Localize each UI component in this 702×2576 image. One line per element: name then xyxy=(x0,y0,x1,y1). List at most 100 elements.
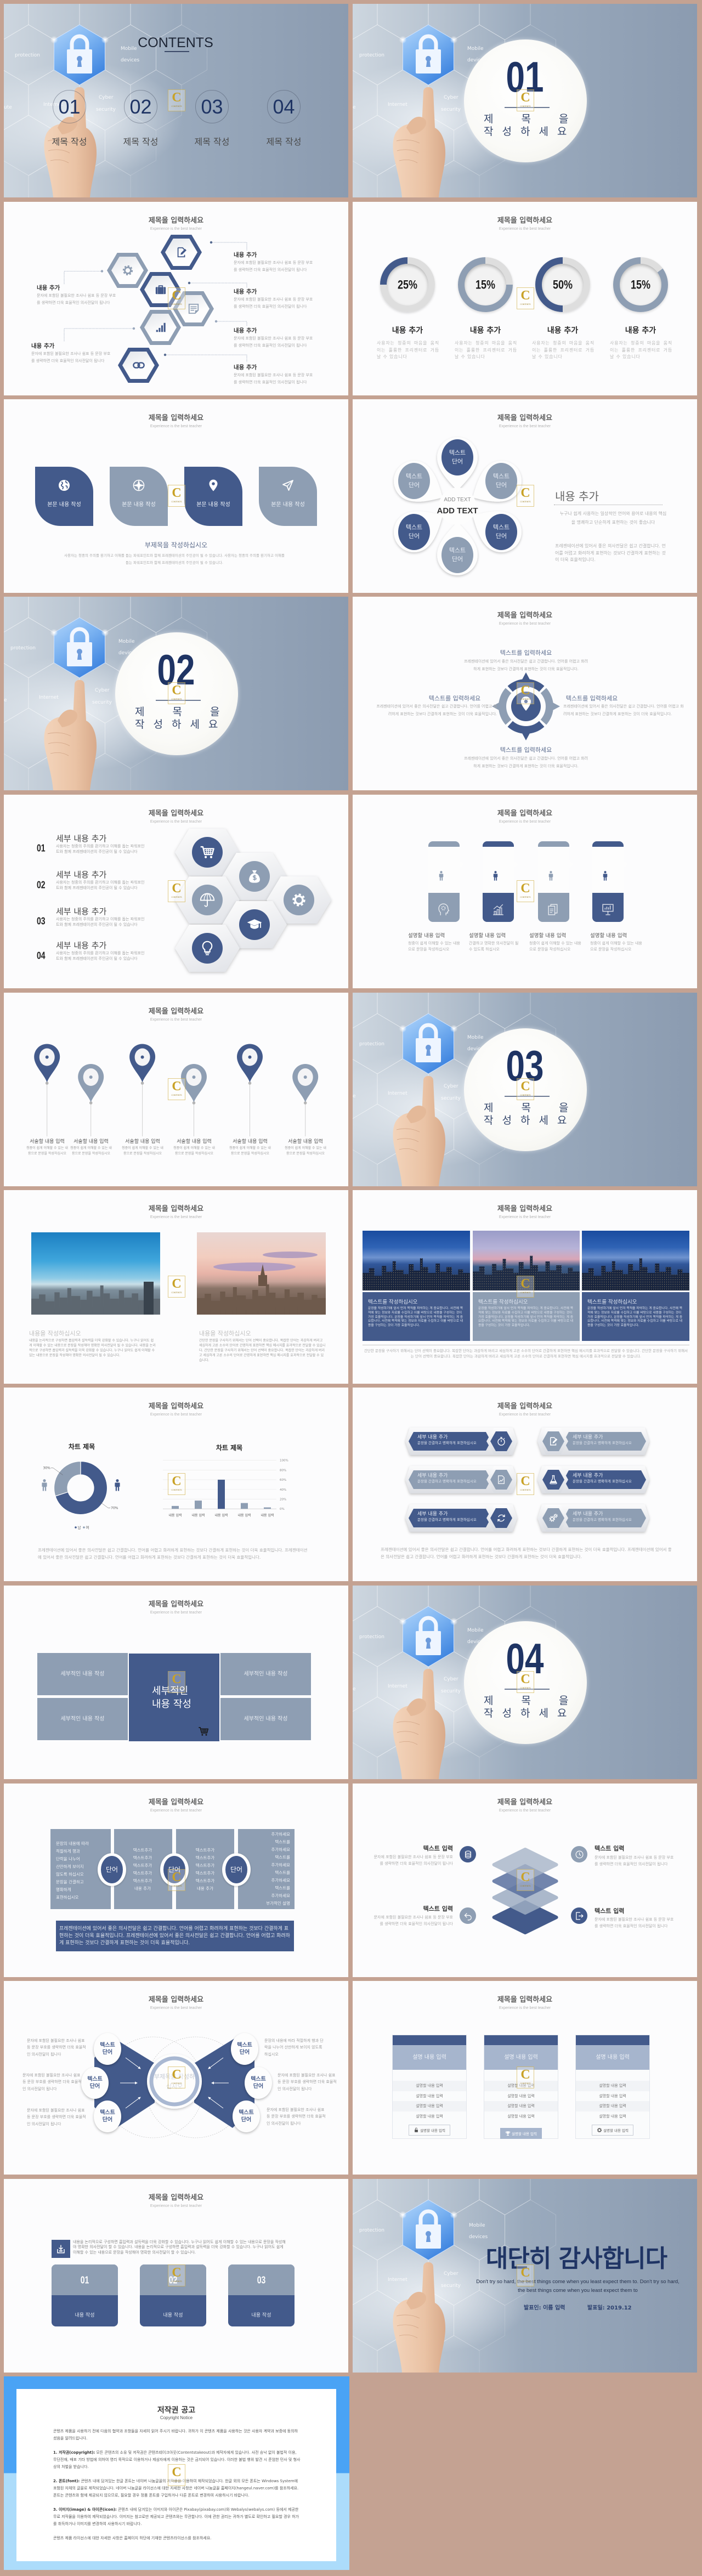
data-label: 30% xyxy=(43,1467,50,1470)
slide-closing[interactable]: protection Mobile devices Internet Cyber… xyxy=(353,2179,697,2373)
slide-layer-diagram[interactable]: 제목을 입력하세요 Experience is the best teacher… xyxy=(353,1784,697,1977)
slide-contents[interactable]: protection Mobile devices Internet Cyber… xyxy=(4,4,348,197)
slide-compass-diagram[interactable]: 제목을 입력하세요 Experience is the best teacher… xyxy=(353,597,697,790)
tag-heading: 세부 내용 추가 xyxy=(417,1435,448,1440)
slide-hexagon-infographic[interactable]: 제목을 입력하세요 Experience is the best teacher… xyxy=(4,202,348,395)
slide-subtitle: Experience is the best teacher xyxy=(150,2006,202,2010)
hero-word: security xyxy=(92,700,112,705)
compass-label: 텍스트를 입력하세요 xyxy=(500,649,552,656)
grid-cell: 세부적인 내용 작성 xyxy=(37,1653,128,1695)
column-line: 텍스트추가 xyxy=(133,1848,152,1853)
refresh-icon xyxy=(496,1513,506,1523)
slide-body-text: 프레젠테이션에 있어서 좋은 의사전달은 쉽고 간결합니다. 언어를 어렵고 화… xyxy=(381,1547,672,1559)
slide-title: 제목을 입력하세요 xyxy=(148,1007,204,1016)
slide-title: 제목을 입력하세요 xyxy=(148,1205,204,1213)
watermark-letter: C xyxy=(172,2266,182,2280)
slide-banner-columns[interactable]: 제목을 입력하세요 Experience is the best teacher… xyxy=(353,795,697,988)
label-tag: 세부 내용 추가 문장을 간결하고 명확하게 표현하십시오 xyxy=(405,1504,517,1532)
hero-word: protection xyxy=(15,53,40,58)
word-badge: 단어 xyxy=(222,1853,251,1886)
banner-label: 설명할 내용 입력 xyxy=(408,933,445,939)
slide-progress-rings[interactable]: 제목을 입력하세요 Experience is the best teacher… xyxy=(353,202,697,395)
slide-detail-grid[interactable]: 제목을 입력하세요 Experience is the best teacher… xyxy=(4,1586,348,1779)
hub-text: 문장의 내용에 따라 적절하게 행과 단락을 나누어 산만하게 보이지 않도록 … xyxy=(264,2039,324,2057)
bar-chart-icon xyxy=(155,321,167,333)
percent-label: 15% xyxy=(475,278,496,292)
slide-word-columns[interactable]: 제목을 입력하세요 Experience is the best teacher… xyxy=(4,1784,348,1977)
layer-text: 문자에 포함된 불필요한 조사나 쉼표 등 문장 부호를 생략하면 더욱 효율적… xyxy=(373,1915,453,1926)
watermark-text: CONTENTS xyxy=(171,2082,182,2085)
column-line: 않도록 하십시오 xyxy=(56,1872,84,1877)
slide-charts[interactable]: 제목을 입력하세요 Experience is the best teacher… xyxy=(4,1388,348,1581)
ring-heading: 내용 추가 xyxy=(625,326,656,335)
slide-deck-preview: protection Mobile devices Internet Cyber… xyxy=(0,0,702,2576)
column-line: 내용 추가 xyxy=(134,1886,151,1891)
watermark-logo: C CONTENTS xyxy=(168,89,185,111)
compass-icon xyxy=(132,479,145,492)
slide-feature-cards[interactable]: 제목을 입력하세요 Experience is the best teacher… xyxy=(4,399,348,593)
slide-photo-panels[interactable]: 제목을 입력하세요 Experience is the best teacher… xyxy=(353,1190,697,1384)
hero-word: Cyber xyxy=(99,95,114,100)
slide-section-01[interactable]: protection Mobile devices Internet Cyber… xyxy=(353,4,697,197)
slide-section-03[interactable]: protection Mobile devices Internet Cyber… xyxy=(353,993,697,1186)
feature-card-label: 본문 내용 작성 xyxy=(47,502,81,508)
slide-title: 제목을 입력하세요 xyxy=(148,1402,204,1411)
petal-label: 텍스트 단어 xyxy=(441,439,473,475)
column-row: 설명할 내용 입력 xyxy=(576,2081,649,2091)
watermark-letter: C xyxy=(520,2266,530,2280)
layer-heading: 텍스트 입력 xyxy=(423,1845,453,1852)
slide-photo-pair[interactable]: 제목을 입력하세요 Experience is the best teacher… xyxy=(4,1190,348,1384)
panel-text: 문장을 작성하기에 앞서 먼저 목적을 파악하는 게 중요합니다. 사전에 목적… xyxy=(587,1307,683,1328)
slide-subtitle: Experience is the best teacher xyxy=(150,1018,202,1022)
toc-label: 제목 작성 xyxy=(194,137,230,147)
watermark-letter: C xyxy=(520,1870,530,1884)
content-block: 내용 추가 문자에 포함된 불필요한 조사나 쉼표 등 문장 부호를 생략하면 더… xyxy=(37,284,119,306)
feature-card: 본문 내용 작성 xyxy=(110,467,168,526)
watermark-text: CONTENTS xyxy=(520,1885,531,1887)
slide-comparison-columns[interactable]: 제목을 입력하세요 Experience is the best teacher… xyxy=(353,1981,697,2175)
growth-chart-icon xyxy=(491,903,505,916)
feature-card-label: 본문 내용 작성 xyxy=(122,502,156,508)
slide-subtitle: Experience is the best teacher xyxy=(150,1809,202,1813)
column-line: 부가적인 설명 xyxy=(266,1901,290,1906)
slide-pin-timeline[interactable]: 제목을 입력하세요 Experience is the best teacher… xyxy=(4,993,348,1186)
slide-flower-diagram[interactable]: 제목을 입력하세요 Experience is the best teacher… xyxy=(353,399,697,593)
content-block: 내용 추가 문자에 포함된 불필요한 조사나 쉼표 등 문장 부호를 생략하면 더… xyxy=(234,364,316,386)
y-tick-label: 60% xyxy=(280,1479,286,1482)
watermark-text: CONTENTS xyxy=(171,1687,182,1689)
slide-title: 제목을 입력하세요 xyxy=(497,1205,553,1213)
slide-subtitle: Experience is the best teacher xyxy=(150,1215,202,1219)
slide-section-02[interactable]: protection Mobile devices Internet Cyber… xyxy=(4,597,348,790)
word-bubble: 텍스트 단어 xyxy=(94,2101,121,2132)
gears-icon xyxy=(548,1513,558,1523)
watermark-text: CONTENTS xyxy=(520,303,531,305)
watermark-text: CONTENTS xyxy=(520,1687,531,1689)
hero-word: Internet xyxy=(39,695,59,700)
compass-text: 프레젠테이션에 있어서 좋은 의사전달은 쉽고 간결합니다. 언어를 어렵고 화… xyxy=(463,659,588,671)
slide-copyright-notice[interactable]: 저작권 공고 Copyright Notice 콘텐츠 제품을 사용하기 전에 … xyxy=(4,2376,349,2570)
intro-icon-box xyxy=(52,2240,70,2258)
pin-text: 청중이 쉽게 이해할 수 있는 내용으로 문장을 작성하십시오 xyxy=(173,1146,215,1156)
slide-subtitle: Experience is the best teacher xyxy=(499,820,551,824)
flask-icon xyxy=(548,1475,558,1485)
column-row: 설명할 내용 입력 xyxy=(484,2101,558,2111)
pin-text: 청중이 쉽게 이해할 수 있는 내용으로 문장을 작성하십시오 xyxy=(285,1146,326,1156)
slide-hub-diagram[interactable]: 제목을 입력하세요 Experience is the best teacher… xyxy=(4,1981,348,2175)
ring-description: 사용자는 청중의 마음을 움직이는 훌륭한 프리젠터로 거듭날 수 있습니다 xyxy=(610,341,672,360)
text-panel: 텍스트를 작성하십시오 문장을 작성하기에 앞서 먼저 목적을 파악하는 게 중요… xyxy=(363,1292,470,1341)
slide-subtitle: Experience is the best teacher xyxy=(150,820,202,824)
slide-hex-labels[interactable]: 제목을 입력하세요 Experience is the best teacher… xyxy=(353,1388,697,1581)
slide-numbered-cards[interactable]: 제목을 입력하세요 Experience is the best teacher… xyxy=(4,2179,348,2373)
panel-heading: 텍스트를 작성하십시오 xyxy=(478,1299,528,1305)
content-block-text: 문자에 포함된 불필요한 조사나 쉼표 등 문장 부호를 생략하면 더욱 효율적… xyxy=(234,336,313,348)
stopwatch-icon xyxy=(496,1436,506,1446)
photo-heading: 내용을 작성하십시오 xyxy=(29,1330,81,1337)
banner-label: 설명할 내용 입력 xyxy=(469,933,506,939)
hub-text: 문자에 포함된 불필요한 조사나 쉼표 등 문장 부호를 생략하면 더욱 효율적… xyxy=(27,2108,86,2126)
hero-word: security xyxy=(441,1689,461,1694)
slide-numbered-list[interactable]: 제목을 입력하세요 Experience is the best teacher… xyxy=(4,795,348,988)
watermark-logo: C CONTENTS xyxy=(517,1276,534,1298)
city-photo-night xyxy=(582,1231,689,1290)
slide-title: 제목을 입력하세요 xyxy=(497,1402,553,1411)
slide-section-04[interactable]: protection Mobile devices Internet Cyber… xyxy=(353,1586,697,1779)
